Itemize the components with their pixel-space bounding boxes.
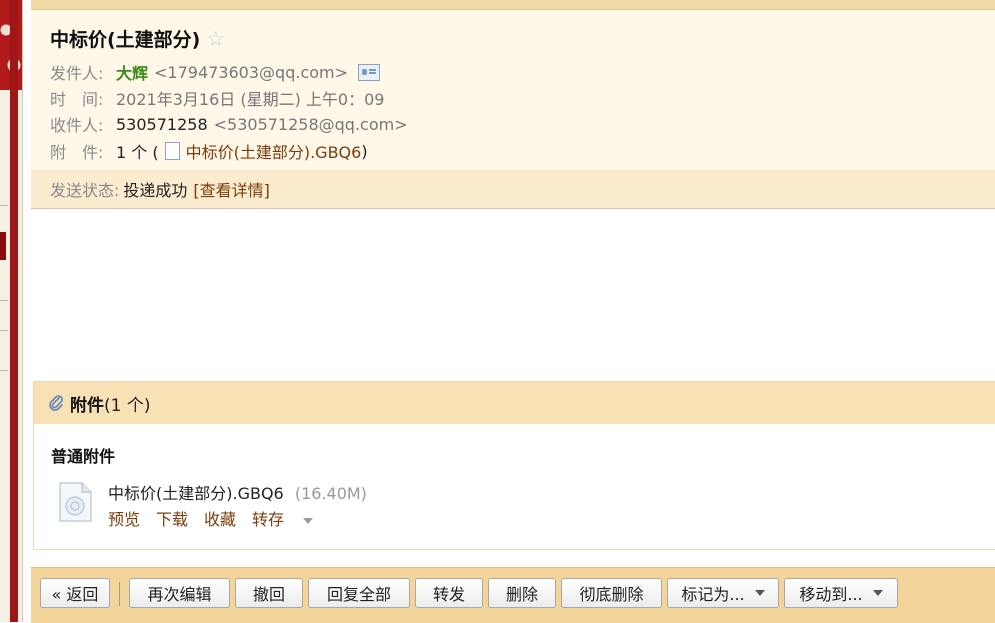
divider [0, 370, 8, 371]
recipient-email: <530571258@qq.com> [213, 114, 408, 134]
document-icon [164, 142, 180, 160]
bottom-toolbar: « 返回 再次编辑 撤回 回复全部 转发 删除 彻底删除 标记为... 移动到.… [31, 567, 995, 623]
attachment-link[interactable]: 中标价(土建部分).GBQ6 [186, 139, 362, 163]
top-border [31, 0, 995, 10]
file-icon[interactable] [58, 482, 92, 522]
recipient-label: 收件人: [50, 116, 104, 135]
sender-row: 发件人: 大辉 <179473603@qq.com> [50, 60, 381, 84]
left-decorative-strip [0, 0, 23, 622]
attachments-header: 附件 (1 个) [34, 382, 995, 424]
delivery-status-bar: 发送状态: 投递成功 [查看详情] [31, 170, 995, 209]
status-value: 投递成功 [123, 181, 188, 200]
save-to-label: 转存 [252, 510, 285, 529]
delete-button[interactable]: 删除 [488, 578, 556, 608]
sender-name[interactable]: 大辉 [116, 60, 148, 84]
star-icon[interactable]: ☆ [206, 27, 225, 51]
preview-link[interactable]: 预览 [108, 506, 140, 530]
file-actions: 预览 下载 收藏 转存 [108, 506, 329, 530]
attachment-label: 附 件: [50, 143, 104, 162]
move-to-label: 移动到... [799, 585, 863, 604]
attachments-title: 附件 [70, 395, 104, 416]
mark-as-dropdown[interactable]: 标记为... [667, 578, 779, 608]
sender-email: <179473603@qq.com> [154, 62, 349, 82]
delete-permanently-button[interactable]: 彻底删除 [561, 578, 662, 608]
divider [0, 300, 8, 301]
view-details-link[interactable]: [查看详情] [193, 177, 270, 201]
recipient-row: 收件人: 530571258 <530571258@qq.com> [50, 112, 408, 136]
back-button[interactable]: « 返回 [40, 578, 110, 608]
toolbar-separator [119, 582, 120, 606]
chevron-down-icon [303, 517, 314, 524]
mail-subject: 中标价(土建部分) ☆ [50, 25, 225, 52]
subject-text: 中标价(土建部分) [50, 29, 201, 51]
download-link[interactable]: 下载 [156, 506, 188, 530]
divider [0, 330, 8, 331]
contact-card-icon[interactable] [358, 63, 381, 81]
mail-read-pane: 中标价(土建部分) ☆ 发件人: 大辉 <179473603@qq.com> 时… [31, 0, 995, 623]
recall-button[interactable]: 撤回 [235, 578, 303, 608]
status-label: 发送状态: [50, 181, 120, 200]
chevron-down-icon [754, 590, 765, 596]
time-value: 2021年3月16日 (星期二) 上午0：09 [116, 90, 385, 109]
paperclip-icon [49, 395, 63, 411]
sidebar-marker [0, 232, 6, 260]
normal-attachments-heading: 普通附件 [51, 447, 116, 466]
time-row: 时 间: 2021年3月16日 (星期二) 上午0：09 [50, 86, 384, 110]
attachments-count: (1 个) [104, 395, 151, 416]
sender-label: 发件人: [50, 64, 104, 83]
red-border [10, 0, 18, 622]
file-size: (16.40M) [294, 484, 367, 503]
save-to-link[interactable]: 转存 [252, 506, 314, 530]
favorite-link[interactable]: 收藏 [204, 506, 236, 530]
reply-all-button[interactable]: 回复全部 [308, 578, 410, 608]
chevron-down-icon [872, 590, 883, 596]
divider [0, 205, 8, 206]
attachment-count: 1 个 ( [116, 143, 159, 162]
recipient-name[interactable]: 530571258 [116, 115, 208, 134]
attachment-row: 附 件: 1 个 ( 中标价(土建部分).GBQ6 ) [50, 139, 368, 163]
forward-button[interactable]: 转发 [415, 578, 483, 608]
reedit-button[interactable]: 再次编辑 [129, 578, 230, 608]
move-to-dropdown[interactable]: 移动到... [784, 578, 898, 608]
file-name-row: 中标价(土建部分).GBQ6 (16.40M) [108, 480, 367, 504]
attachments-panel: 附件 (1 个) 普通附件 中标价(土建部分).GBQ6 (16.40M) 预览… [33, 381, 995, 550]
attachment-close: ) [361, 141, 368, 161]
mark-as-label: 标记为... [681, 585, 745, 604]
time-label: 时 间: [50, 90, 104, 109]
file-name: 中标价(土建部分).GBQ6 [108, 484, 284, 503]
mail-header: 中标价(土建部分) ☆ 发件人: 大辉 <179473603@qq.com> 时… [31, 10, 995, 170]
